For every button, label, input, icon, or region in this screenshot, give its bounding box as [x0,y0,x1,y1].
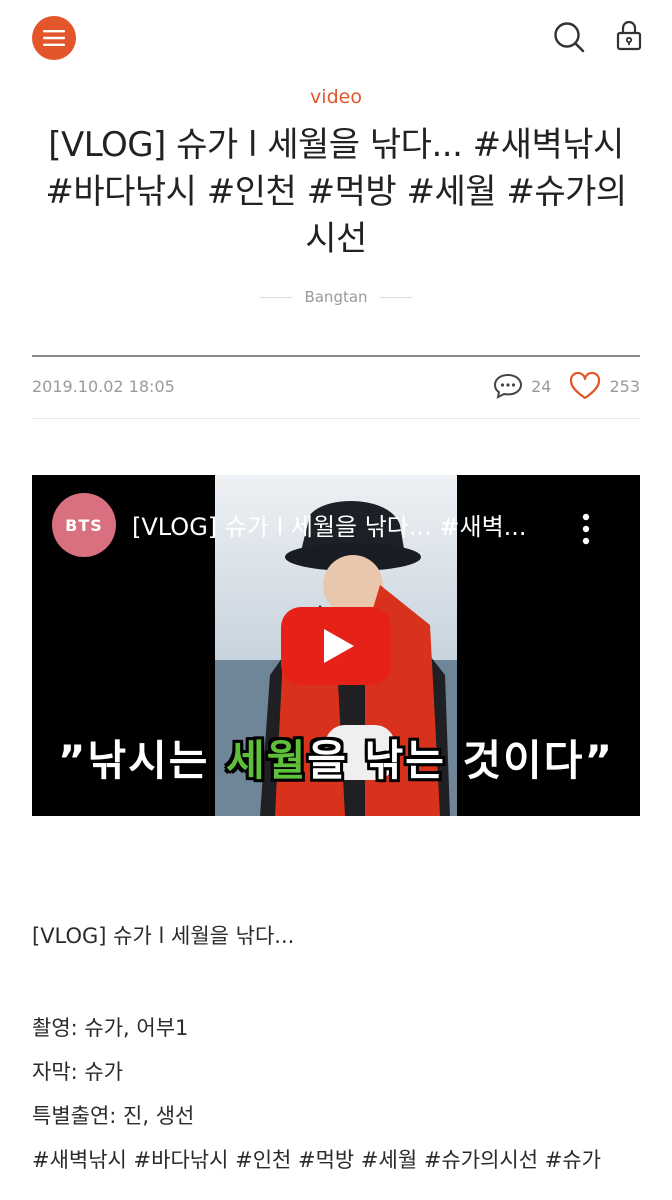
lock-icon[interactable] [612,18,646,52]
post-stats: 24 253 [493,372,640,400]
post-author[interactable]: Bangtan [304,288,367,306]
video-caption: ”낚시는 세월을 낚는 것이다” [32,727,640,788]
channel-avatar[interactable]: BTS [52,493,116,557]
post-date: 2019.10.02 18:05 [32,376,175,396]
caption-close: 을 낚는 것이다” [307,736,615,785]
body-line-special-guests: 특별출연: 진, 생선 [32,1104,195,1128]
more-options-icon[interactable] [577,511,595,547]
comment-count-button[interactable]: 24 [493,373,551,399]
author-divider-left [260,296,293,298]
post-meta: 2019.10.02 18:05 24 253 [32,370,640,402]
caption-highlight: 세월 [226,736,308,785]
body-line-filming: 촬영: 슈가, 어부1 [32,1016,189,1040]
caption-open: ”낚시는 [57,736,227,785]
meta-divider [32,418,640,419]
post-category[interactable]: video [0,86,672,108]
comment-icon [494,373,523,399]
video-title[interactable]: [VLOG] 슈가 l 세월을 낚다... #새벽... [132,507,562,542]
post-title: [VLOG] 슈가 l 세월을 낚다... #새벽낚시 #바다낚시 #인천 #먹… [45,125,627,259]
hamburger-menu-icon [43,30,65,46]
like-button[interactable]: 253 [569,372,640,400]
heart-icon [570,372,601,400]
comment-count: 24 [531,376,552,396]
search-icon[interactable] [552,20,586,54]
body-title-line: [VLOG] 슈가 l 세월을 낚다... [32,924,295,948]
embedded-video-player[interactable]: BTS [VLOG] 슈가 l 세월을 낚다... #새벽... ”낚시는 세월… [32,475,640,816]
like-count: 253 [609,376,640,396]
play-button-icon[interactable] [281,607,391,685]
header-divider [32,355,640,357]
top-bar [0,0,672,80]
body-line-subtitles: 자막: 슈가 [32,1060,124,1084]
author-row: Bangtan [0,285,672,309]
menu-button[interactable] [32,16,76,60]
body-line-hashtags: #새벽낚시 #바다낚시 #인천 #먹방 #세월 #슈가의시선 #슈가 [32,1148,601,1172]
author-divider-right [379,296,412,298]
